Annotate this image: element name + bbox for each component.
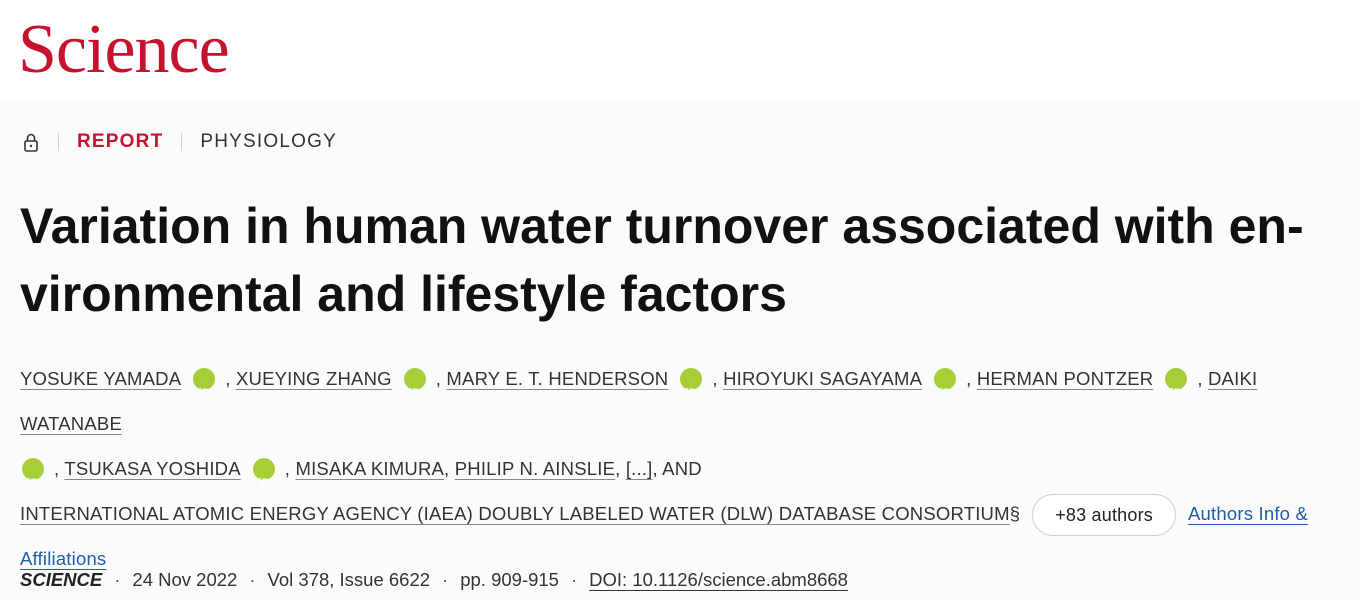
page-range: pp. 909-915: [460, 569, 559, 590]
orcid-icon[interactable]: [252, 458, 275, 506]
orcid-icon[interactable]: [934, 368, 957, 416]
author-link[interactable]: XUEYING ZHANG: [236, 368, 392, 389]
article-type-label[interactable]: REPORT: [77, 131, 163, 153]
show-more-authors-ellipsis[interactable]: [...]: [626, 458, 653, 479]
science-logo[interactable]: Science: [18, 10, 230, 90]
author-link[interactable]: MISAKA KIMURA: [295, 458, 444, 479]
journal-name: SCIENCE: [20, 569, 103, 590]
citation-separator: ·: [442, 569, 449, 590]
author-link[interactable]: TSUKASA YOSHIDA: [64, 458, 240, 479]
author-link[interactable]: YOSUKE YAMADA: [20, 368, 181, 389]
consortium-footnote-mark: §: [1009, 503, 1021, 524]
orcid-icon[interactable]: [22, 458, 44, 506]
meta-divider: [58, 133, 59, 151]
site-header: Science: [0, 0, 1360, 101]
article-category-label[interactable]: PHYSIOLOGY: [200, 131, 337, 153]
publication-date: 24 Nov 2022: [132, 569, 238, 590]
article-title: Variation in human water turnover associ…: [20, 198, 1304, 322]
author-link[interactable]: HERMAN PONTZER: [977, 368, 1154, 389]
doi-link[interactable]: DOI: 10.1126/science.abm8668: [589, 569, 848, 591]
citation-row: SCIENCE · 24 Nov 2022 · Vol 378, Issue 6…: [20, 566, 848, 594]
orcid-icon[interactable]: [1165, 368, 1188, 416]
citation-separator: ·: [249, 569, 256, 590]
consortium-author-link[interactable]: INTERNATIONAL ATOMIC ENERGY AGENCY (IAEA…: [20, 503, 1010, 524]
author-list: YOSUKE YAMADA, XUEYING ZHANG, MARY E. T.…: [20, 356, 1340, 581]
author-link[interactable]: HIROYUKI SAGAYAMA: [723, 368, 922, 389]
orcid-icon[interactable]: [403, 368, 426, 416]
orcid-icon[interactable]: [193, 368, 216, 416]
meta-divider: [181, 133, 183, 151]
citation-separator: ·: [114, 569, 121, 590]
lock-icon: [24, 133, 38, 152]
more-authors-button[interactable]: +83 authors: [1032, 494, 1176, 537]
author-link[interactable]: MARY E. T. HENDERSON: [446, 368, 668, 389]
author-link[interactable]: PHILIP N. AINSLIE: [455, 458, 615, 479]
volume-issue[interactable]: Vol 378, Issue 6622: [268, 569, 431, 591]
article-meta-row: REPORT PHYSIOLOGY: [22, 128, 337, 156]
citation-separator: ·: [570, 569, 578, 590]
and-text: , AND: [652, 458, 702, 479]
orcid-icon[interactable]: [680, 368, 703, 416]
